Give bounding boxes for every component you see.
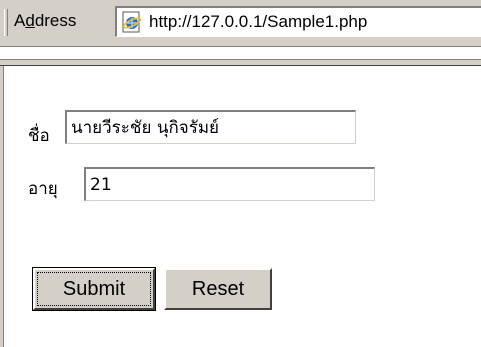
age-input[interactable] [84,167,375,201]
address-bar: Address http://127.0.0.1/Sample1.php [0,0,481,47]
submit-button[interactable]: Submit [32,267,156,311]
name-label: ชื่อ [28,126,50,146]
address-field[interactable]: http://127.0.0.1/Sample1.php [115,6,481,37]
submit-button-label: Submit [37,272,151,306]
toolbar-grip[interactable] [4,9,8,36]
ie-page-icon [122,11,142,33]
window-left-edge [0,66,4,347]
name-input[interactable] [65,110,356,144]
address-label: Address [14,11,77,30]
address-url[interactable]: http://127.0.0.1/Sample1.php [149,12,367,32]
reset-button[interactable]: Reset [164,268,272,310]
reset-button-label: Reset [191,278,245,300]
age-label: อายุ [28,179,58,199]
toolbar-separator [0,59,481,66]
